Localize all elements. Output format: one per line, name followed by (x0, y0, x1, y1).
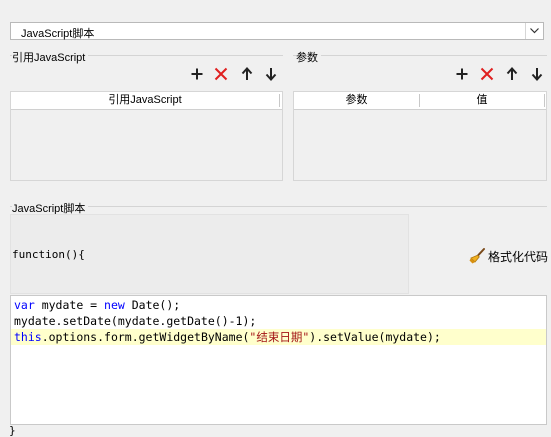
code-text: mydate = (34, 298, 105, 312)
delete-x-icon (480, 67, 494, 81)
code-text: mydate.setDate(mydate.getDate()-1); (14, 314, 257, 328)
ref-js-group-title: 引用JavaScript (12, 49, 89, 65)
ref-js-grid-header: 引用JavaScript (11, 92, 282, 110)
params-add-button[interactable] (454, 66, 470, 82)
format-code-label: 格式化代码 (488, 250, 549, 264)
param-value-column-header[interactable]: 值 (420, 92, 544, 109)
script-type-value: JavaScript脚本 (21, 28, 95, 40)
code-keyword: this (14, 330, 42, 344)
column-separator (279, 94, 280, 107)
params-group-title: 参数 (296, 49, 321, 65)
delete-x-icon (214, 67, 228, 81)
code-line-1: var mydate = new Date(); (11, 297, 546, 313)
ref-js-column-header[interactable]: 引用JavaScript (11, 92, 279, 109)
ref-js-move-up-button[interactable] (239, 66, 255, 82)
params-move-down-button[interactable] (529, 66, 545, 82)
ref-js-delete-button[interactable] (213, 66, 229, 82)
function-closing-brace: } (9, 424, 16, 437)
code-string: "结束日期" (249, 330, 310, 344)
param-name-column-header[interactable]: 参数 (294, 92, 419, 109)
arrow-up-icon (241, 67, 253, 80)
code-line-2: mydate.setDate(mydate.getDate()-1); (11, 313, 546, 329)
arrow-down-icon (265, 68, 277, 81)
plus-icon (456, 68, 468, 80)
arrow-down-icon (531, 68, 543, 81)
params-group-line (293, 55, 547, 56)
params-move-up-button[interactable] (504, 66, 520, 82)
arrow-up-icon (506, 67, 518, 80)
broom-icon (469, 248, 485, 264)
code-keyword: var (14, 298, 35, 312)
code-editor[interactable]: var mydate = new Date(); mydate.setDate(… (10, 295, 547, 425)
js-script-group-line (10, 206, 547, 207)
params-grid-header: 参数 值 (294, 92, 546, 110)
ref-js-add-button[interactable] (189, 66, 205, 82)
dropdown-arrow-button[interactable] (525, 23, 543, 39)
plus-icon (191, 68, 203, 80)
column-separator (544, 94, 545, 107)
ref-js-grid[interactable]: 引用JavaScript (10, 91, 283, 181)
ref-js-move-down-button[interactable] (263, 66, 279, 82)
function-signature: function(){ (12, 248, 85, 261)
script-type-select[interactable]: JavaScript脚本 (10, 22, 544, 40)
code-keyword: new (104, 298, 125, 312)
code-text: .options.form.getWidgetByName( (41, 330, 250, 344)
code-text: Date(); (124, 298, 181, 312)
params-delete-button[interactable] (479, 66, 495, 82)
chevron-down-icon (530, 28, 539, 34)
code-line-3: this.options.form.getWidgetByName("结束日期"… (11, 329, 546, 345)
code-text: ).setValue(mydate); (309, 330, 441, 344)
params-grid[interactable]: 参数 值 (293, 91, 547, 181)
